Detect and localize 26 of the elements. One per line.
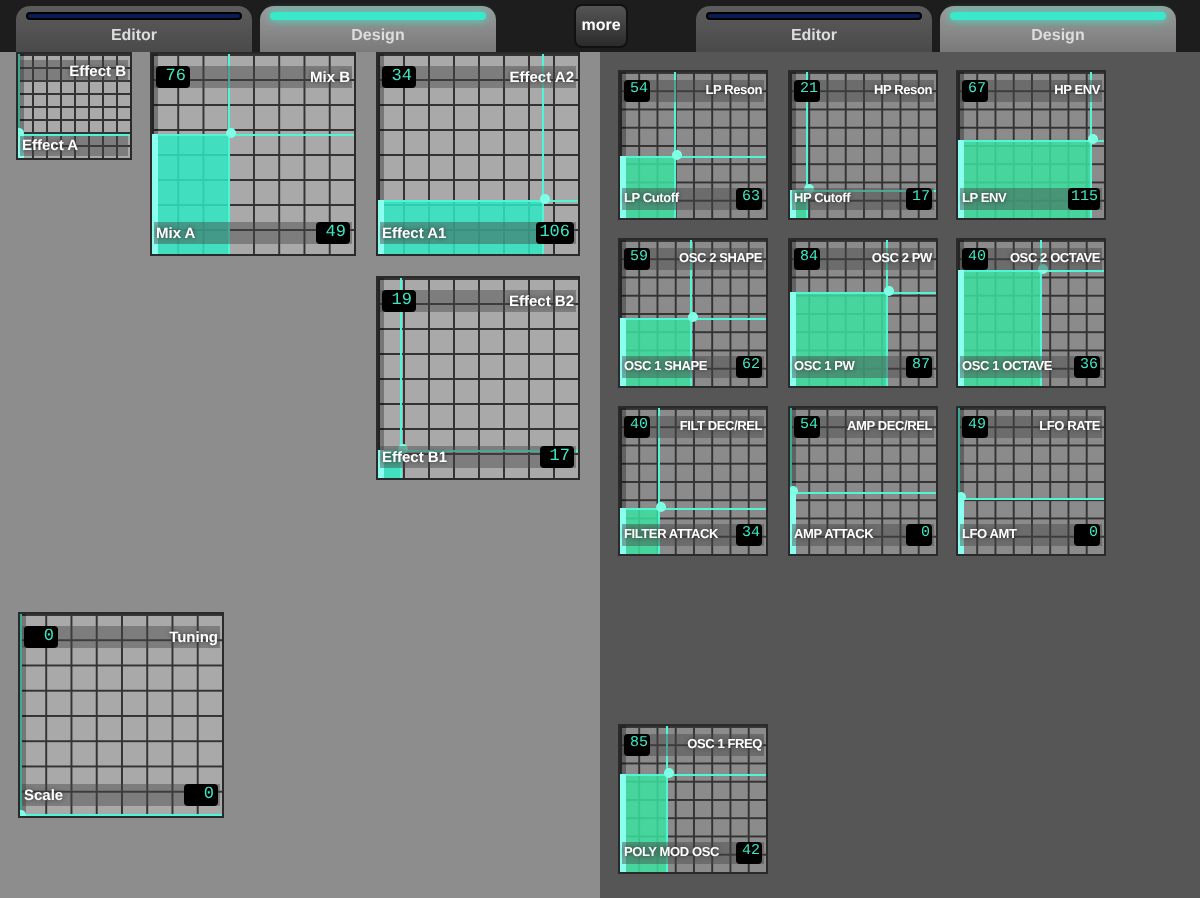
- crosshair-handle[interactable]: [672, 149, 683, 160]
- value-display: 0: [184, 783, 218, 806]
- crosshair-handle[interactable]: [664, 768, 675, 779]
- value-display: 19: [382, 290, 416, 312]
- more-button[interactable]: more: [574, 4, 628, 48]
- crosshair-handle[interactable]: [540, 194, 550, 204]
- value-display: 17: [540, 446, 574, 468]
- crosshair-handle[interactable]: [687, 311, 698, 322]
- value-display: 34: [382, 66, 416, 88]
- crosshair-handle[interactable]: [398, 444, 408, 454]
- crosshair-handle[interactable]: [1088, 134, 1099, 145]
- pad-fill: [152, 134, 231, 254]
- tab[interactable]: Editor: [696, 6, 932, 52]
- crosshair-handle[interactable]: [958, 491, 966, 502]
- pad-fill: [790, 291, 888, 386]
- value-display: 76: [156, 66, 190, 88]
- crosshair-handle[interactable]: [226, 128, 237, 138]
- tab[interactable]: Editor: [16, 6, 252, 52]
- crosshair-handle[interactable]: [883, 285, 894, 296]
- value-display: 106: [535, 222, 574, 244]
- crosshair-handle[interactable]: [804, 184, 815, 195]
- value-display: 0: [24, 626, 58, 649]
- value-display: 49: [316, 222, 350, 244]
- crosshair-handle[interactable]: [656, 501, 667, 512]
- crosshair-handle[interactable]: [790, 485, 798, 496]
- crosshair-handle[interactable]: [1038, 263, 1049, 274]
